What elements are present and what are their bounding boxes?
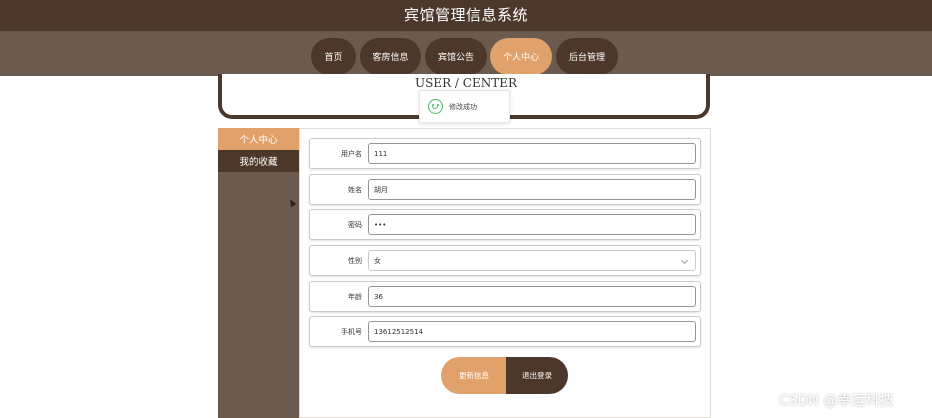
password-input[interactable]: •••: [368, 214, 696, 235]
success-toast: 修改成功: [419, 90, 510, 123]
phone-label: 手机号: [341, 327, 362, 336]
form-row-gender: 性别 女: [309, 245, 701, 276]
nav-rooms[interactable]: 客房信息: [360, 38, 421, 75]
form-row-age: 年龄 36: [309, 281, 701, 312]
gender-label: 性别: [348, 256, 362, 265]
name-label: 姓名: [348, 185, 362, 194]
username-input[interactable]: 111: [368, 143, 696, 164]
nav-home[interactable]: 首页: [311, 38, 356, 75]
gender-value: 女: [374, 256, 381, 265]
name-input[interactable]: 胡月: [368, 179, 696, 200]
logout-button[interactable]: 退出登录: [506, 357, 568, 394]
password-label: 密码: [348, 220, 362, 229]
nav-notices[interactable]: 宾馆公告: [425, 38, 487, 75]
phone-input[interactable]: 13612512514: [368, 321, 696, 342]
sidebar-item-favorites[interactable]: 我的收藏: [218, 150, 299, 172]
sidebar: 个人中心 我的收藏: [218, 128, 299, 418]
nav-user-center[interactable]: 个人中心: [490, 38, 552, 75]
form-row-username: 用户名 111: [309, 138, 701, 169]
age-label: 年龄: [348, 292, 362, 301]
sidebar-item-user-center[interactable]: 个人中心: [218, 128, 299, 150]
form-row-password: 密码 •••: [309, 209, 701, 240]
update-info-button[interactable]: 更新信息: [441, 357, 507, 394]
smile-icon: [428, 99, 443, 114]
page-title: USER / CENTER: [414, 76, 518, 90]
chevron-down-icon: [680, 256, 689, 265]
form-row-name: 姓名 胡月: [309, 174, 701, 205]
site-title: 宾馆管理信息系统: [403, 6, 528, 24]
gender-select[interactable]: 女: [368, 250, 696, 271]
nav-admin[interactable]: 后台管理: [556, 38, 618, 75]
age-input[interactable]: 36: [368, 286, 696, 307]
username-label: 用户名: [341, 149, 362, 158]
watermark: CSDN @幸运科技: [779, 393, 894, 409]
toast-message: 修改成功: [449, 102, 477, 111]
form-row-phone: 手机号 13612512514: [309, 316, 701, 347]
main-nav: 首页 客房信息 宾馆公告 个人中心 后台管理: [0, 31, 932, 76]
